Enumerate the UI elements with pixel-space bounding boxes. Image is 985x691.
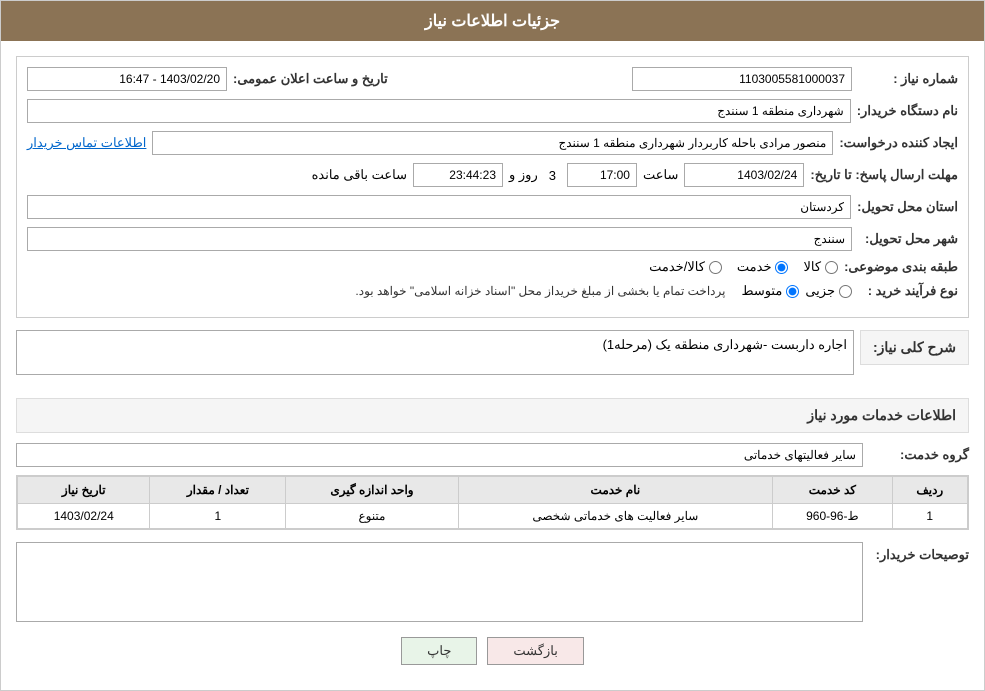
shomara-niaz-input[interactable]	[632, 67, 852, 91]
khadamat-table: ردیف کد خدمت نام خدمت واحد اندازه گیری ت…	[17, 476, 968, 529]
ostan-input[interactable]	[27, 195, 851, 219]
col-nam-khadamat: نام خدمت	[458, 477, 773, 504]
table-header-row: ردیف کد خدمت نام خدمت واحد اندازه گیری ت…	[18, 477, 968, 504]
cell-nam-khadamat: سایر فعالیت های خدماتی شخصی	[458, 504, 773, 529]
page-title: جزئیات اطلاعات نیاز	[425, 13, 560, 30]
ostan-row: استان محل تحویل:	[27, 195, 958, 219]
sharh-section-row: شرح کلی نیاز: اجاره داربست -شهرداری منطق…	[16, 330, 969, 375]
nooe-motavaset-label[interactable]: متوسط	[741, 283, 799, 299]
cell-tarikh: 1403/02/24	[18, 504, 150, 529]
mohlat-label: مهلت ارسال پاسخ: تا تاریخ:	[810, 167, 958, 183]
mohlat-date-input[interactable]	[684, 163, 804, 187]
nooe-jazii-radio[interactable]	[839, 285, 852, 298]
cell-kod-khadamat: ط-96-960	[773, 504, 892, 529]
mohlat-roz: 3	[544, 168, 561, 183]
table-row: 1 ط-96-960 سایر فعالیت های خدماتی شخصی م…	[18, 504, 968, 529]
tosaifat-row: توصیحات خریدار:	[16, 542, 969, 622]
tarikh-saat-label: تاریخ و ساعت اعلان عمومی:	[233, 71, 388, 87]
tabaqe-khadamat-text: خدمت	[737, 259, 772, 275]
mohlat-roz-label: روز و	[509, 167, 538, 183]
tabaqe-khadamat-radio[interactable]	[775, 261, 788, 274]
shahr-input[interactable]	[27, 227, 852, 251]
khadamat-table-container: ردیف کد خدمت نام خدمت واحد اندازه گیری ت…	[16, 475, 969, 530]
button-row: بازگشت چاپ	[16, 637, 969, 665]
mohlat-saat-manda-label: ساعت باقی مانده	[312, 167, 407, 183]
mohlat-row: مهلت ارسال پاسخ: تا تاریخ: ساعت 3 روز و …	[27, 163, 958, 187]
nooe-motavaset-radio[interactable]	[786, 285, 799, 298]
col-radif: ردیف	[892, 477, 967, 504]
tabaqe-kala-label[interactable]: کالا	[803, 259, 838, 275]
dastgah-label: نام دستگاه خریدار:	[857, 103, 958, 119]
tabaqe-kala-khadamat-radio[interactable]	[709, 261, 722, 274]
nooe-farayand-row: نوع فرآیند خرید : جزیی متوسط پرداخت تمام…	[27, 283, 958, 299]
sharh-value: اجاره داربست -شهرداری منطقه یک (مرحله1)	[603, 337, 847, 352]
tabaqe-radio-group: کالا خدمت کالا/خدمت	[649, 259, 838, 275]
group-khadamat-label: گروه خدمت:	[869, 447, 969, 463]
nooe-motavaset-text: متوسط	[741, 283, 782, 299]
cell-radif: 1	[892, 504, 967, 529]
tabaqe-kala-text: کالا	[803, 259, 821, 275]
mohlat-countdown-input[interactable]	[413, 163, 503, 187]
mohlat-time-label: ساعت	[643, 167, 678, 183]
tabaqe-kala-radio[interactable]	[825, 261, 838, 274]
shomara-row: شماره نیاز : تاریخ و ساعت اعلان عمومی:	[27, 67, 958, 91]
page-container: جزئیات اطلاعات نیاز شماره نیاز : تاریخ و…	[0, 0, 985, 691]
mohlat-time-input[interactable]	[567, 163, 637, 187]
tabaqe-kala-khadamat-label[interactable]: کالا/خدمت	[649, 259, 722, 275]
col-tarikh: تاریخ نیاز	[18, 477, 150, 504]
dastgah-input[interactable]	[27, 99, 851, 123]
tabaqe-kala-khadamat-text: کالا/خدمت	[649, 259, 705, 275]
tarikh-saat-input[interactable]	[27, 67, 227, 91]
shomara-niaz-label: شماره نیاز :	[858, 71, 958, 87]
nooe-jazii-text: جزیی	[805, 283, 835, 299]
shahr-row: شهر محل تحویل:	[27, 227, 958, 251]
ijad-konande-input[interactable]	[152, 131, 833, 155]
page-header: جزئیات اطلاعات نیاز	[1, 1, 984, 41]
cell-vahed: متنوع	[286, 504, 458, 529]
col-tedad: تعداد / مقدار	[150, 477, 286, 504]
col-kod-khadamat: کد خدمت	[773, 477, 892, 504]
dastgah-row: نام دستگاه خریدار:	[27, 99, 958, 123]
col-vahed: واحد اندازه گیری	[286, 477, 458, 504]
content-area: شماره نیاز : تاریخ و ساعت اعلان عمومی: ن…	[1, 41, 984, 690]
group-khadamat-row: گروه خدمت:	[16, 443, 969, 467]
shahr-label: شهر محل تحویل:	[858, 231, 958, 247]
ijad-konande-label: ایجاد کننده درخواست:	[839, 135, 958, 151]
main-info-section: شماره نیاز : تاریخ و ساعت اعلان عمومی: ن…	[16, 56, 969, 318]
sharh-section-title: شرح کلی نیاز:	[860, 330, 969, 365]
tamas-kharidad-link[interactable]: اطلاعات تماس خریدار	[27, 135, 146, 151]
nooe-note: پرداخت تمام یا بخشی از مبلغ خریداز محل "…	[355, 284, 725, 298]
nooe-farayand-label: نوع فرآیند خرید :	[858, 283, 958, 299]
khadamat-section-title: اطلاعات خدمات مورد نیاز	[16, 398, 969, 433]
cell-tedad: 1	[150, 504, 286, 529]
tabaqe-row: طبقه بندی موضوعی: کالا خدمت کالا/خدمت	[27, 259, 958, 275]
tosaifat-textarea[interactable]	[16, 542, 863, 622]
tabaqe-khadamat-label[interactable]: خدمت	[737, 259, 789, 275]
group-khadamat-input[interactable]	[16, 443, 863, 467]
chap-button[interactable]: چاپ	[401, 637, 477, 665]
ijad-konande-row: ایجاد کننده درخواست: اطلاعات تماس خریدار	[27, 131, 958, 155]
tabaqe-label: طبقه بندی موضوعی:	[844, 259, 958, 275]
nooe-jazii-label[interactable]: جزیی	[805, 283, 852, 299]
bazgasht-button[interactable]: بازگشت	[487, 637, 583, 665]
tosaifat-label: توصیحات خریدار:	[869, 542, 969, 563]
sharh-container: اجاره داربست -شهرداری منطقه یک (مرحله1)	[16, 330, 854, 375]
ostan-label: استان محل تحویل:	[857, 199, 958, 215]
